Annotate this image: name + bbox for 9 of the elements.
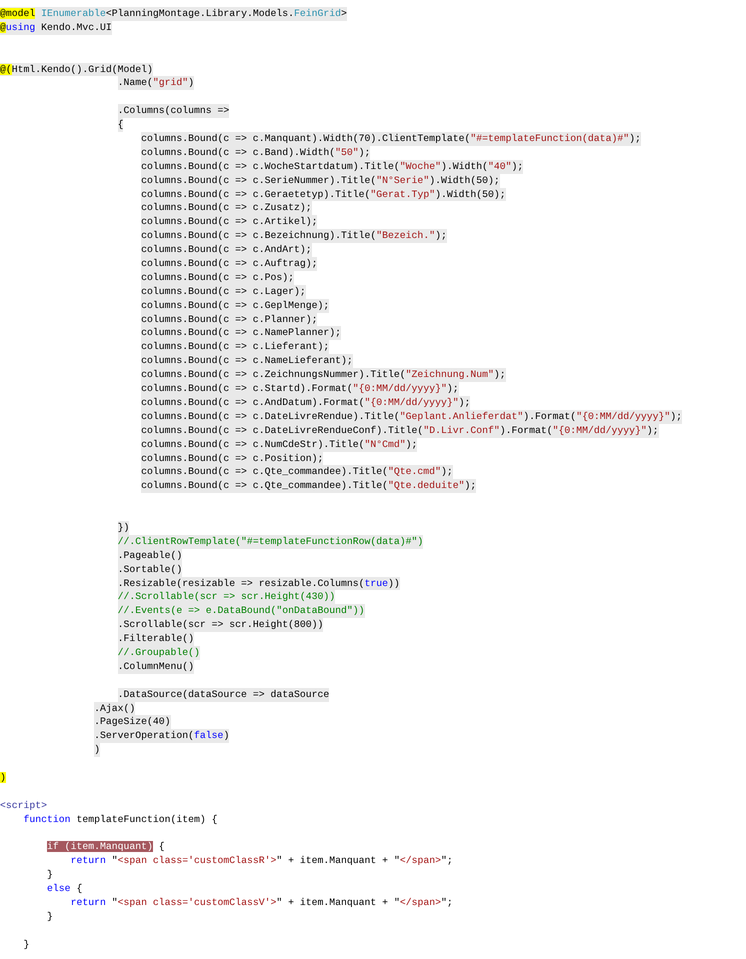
code-line: } — [47, 910, 53, 924]
code-line: if (item.Manquant) { — [47, 840, 165, 854]
code-line: } — [24, 938, 30, 952]
code-line: return "<span class='customClassV'>" + item.Manquant + "</span>"; — [70, 896, 453, 910]
code-line: else { — [47, 882, 82, 896]
code-line: return "<span class='customClassR'>" + item.Manquant + "</span>"; — [70, 854, 453, 868]
code-line: } — [47, 868, 53, 882]
code-line: function templateFunction(item) { — [24, 812, 218, 827]
code-line: <script> — [0, 798, 48, 813]
